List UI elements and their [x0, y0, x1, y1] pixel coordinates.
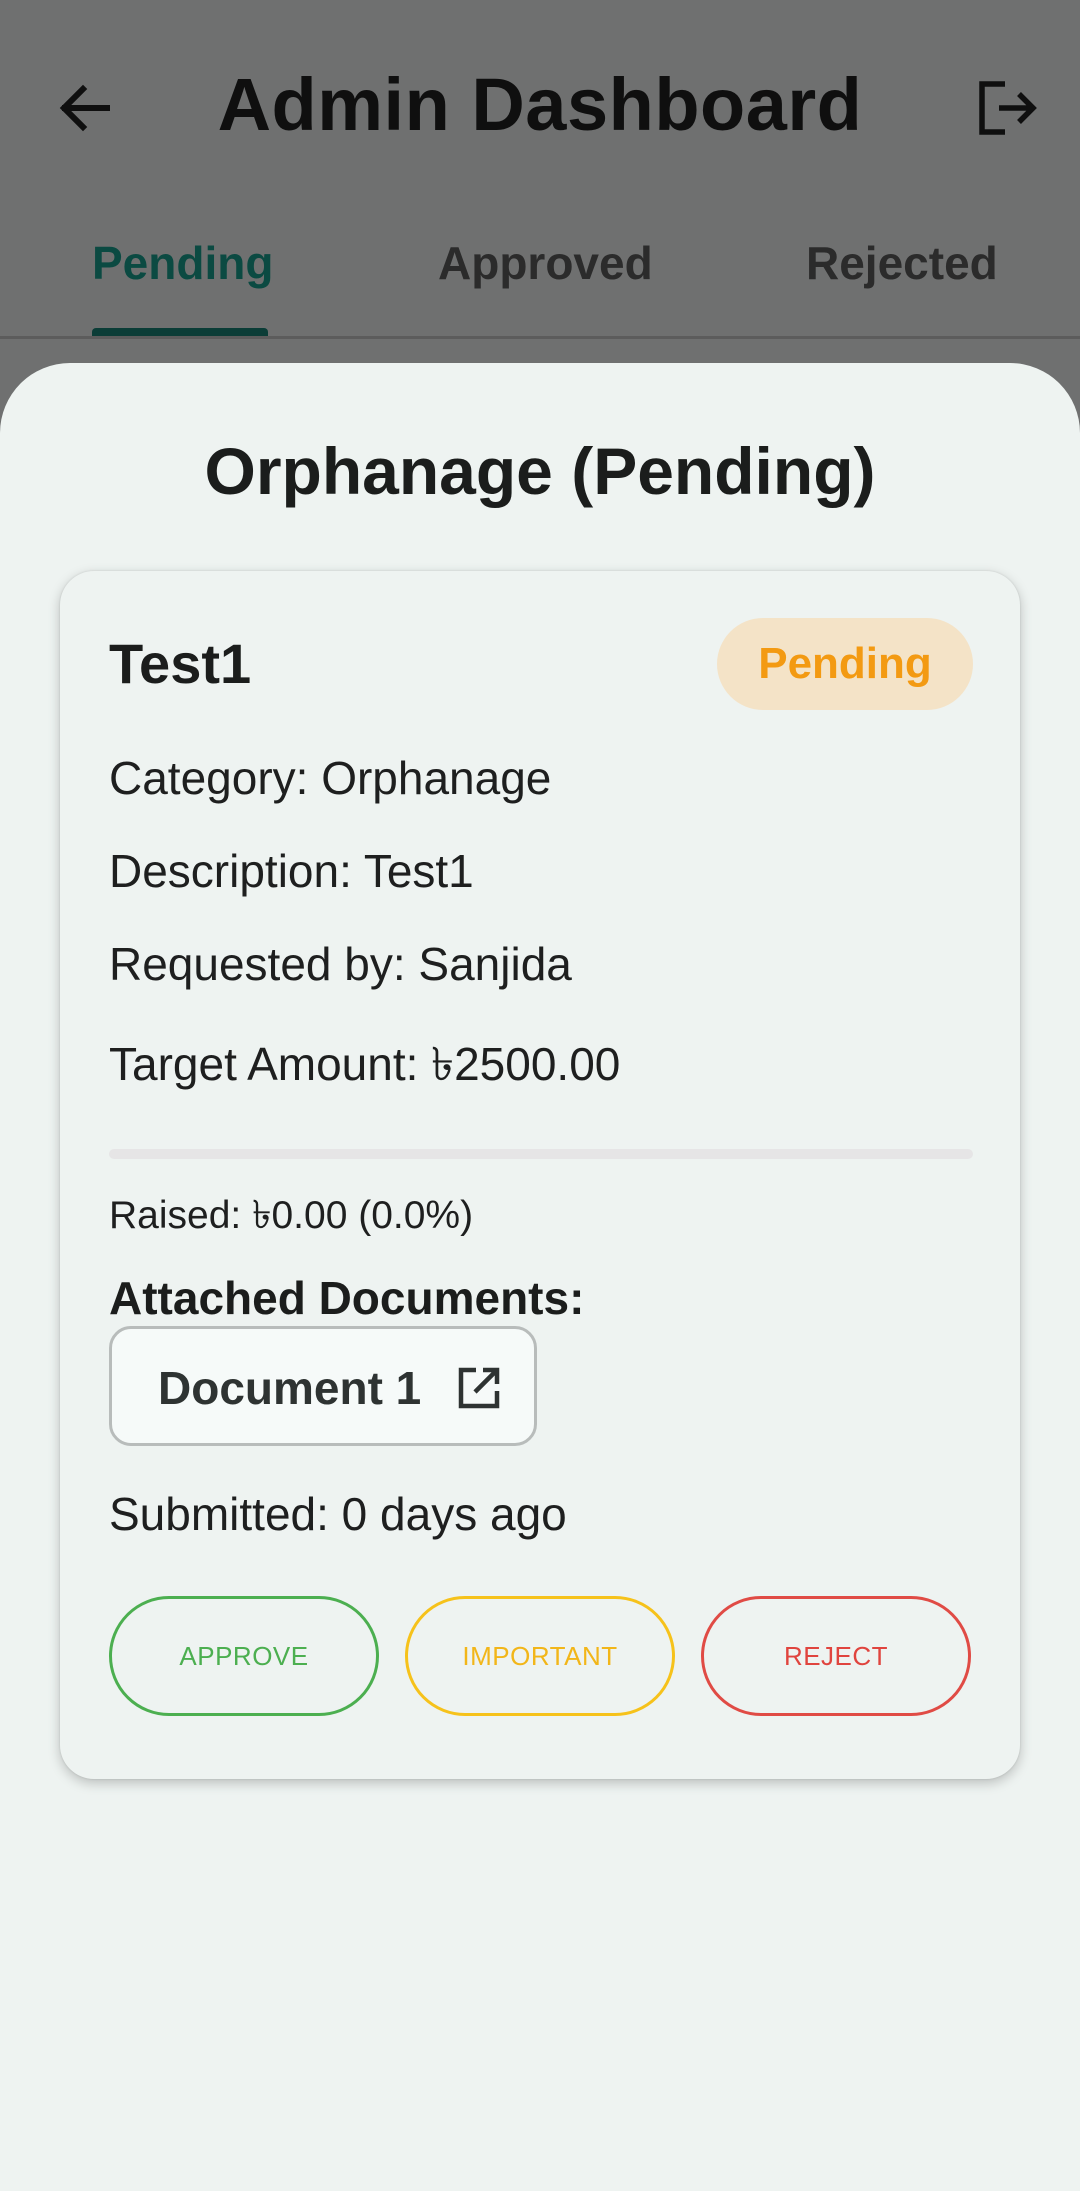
progress-bar: [109, 1149, 973, 1159]
sheet-title: Orphanage (Pending): [204, 434, 876, 508]
raised-text: Raised: ৳0.00 (0.0%): [109, 1194, 474, 1237]
tab-indicator: [92, 328, 268, 336]
important-button[interactable]: IMPORTANT: [405, 1596, 675, 1716]
category-text: Category: Orphanage: [109, 752, 552, 804]
request-title: Test1: [109, 632, 252, 695]
document-button[interactable]: Document 1: [109, 1326, 537, 1446]
logout-icon[interactable]: [975, 78, 1041, 138]
open-in-new-icon: [456, 1365, 502, 1411]
request-card: Test1 Pending Category: Orphanage Descri…: [60, 571, 1020, 1779]
approve-button[interactable]: APPROVE: [109, 1596, 379, 1716]
tab-approved[interactable]: Approved: [438, 236, 653, 290]
reject-button[interactable]: REJECT: [701, 1596, 971, 1716]
tab-bar: Pending Approved Rejected: [0, 214, 1080, 339]
description-text: Description: Test1: [109, 845, 474, 897]
status-badge: Pending: [717, 618, 973, 710]
tab-rejected[interactable]: Rejected: [806, 236, 998, 290]
app-bar: Admin Dashboard: [0, 0, 1080, 214]
bottom-sheet: Orphanage (Pending) Test1 Pending Catego…: [0, 363, 1080, 2191]
document-label: Document 1: [158, 1362, 422, 1414]
page-title: Admin Dashboard: [217, 63, 863, 146]
documents-heading: Attached Documents:: [109, 1272, 585, 1324]
tab-pending[interactable]: Pending: [92, 236, 273, 290]
submitted-text: Submitted: 0 days ago: [109, 1488, 567, 1540]
requested-by-text: Requested by: Sanjida: [109, 938, 572, 990]
target-amount-text: Target Amount: ৳2500.00: [109, 1038, 621, 1090]
